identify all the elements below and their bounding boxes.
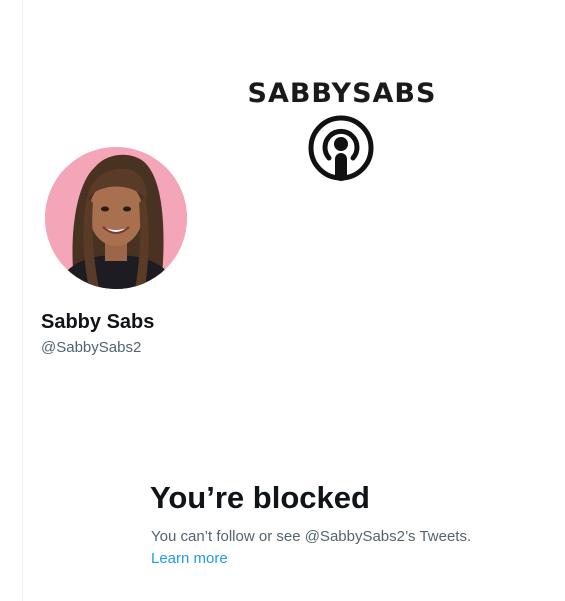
learn-more-link[interactable]: Learn more: [151, 549, 228, 569]
blocked-title: You’re blocked: [150, 480, 370, 515]
avatar-portrait: [45, 147, 187, 289]
podcast-icon: [307, 114, 375, 182]
profile-display-name: Sabby Sabs: [41, 311, 155, 333]
profile-handle: @SabbySabs2: [41, 339, 142, 356]
banner-wordmark: SABBYSABS: [247, 78, 437, 109]
avatar[interactable]: [45, 147, 187, 289]
blocked-description: You can’t follow or see @SabbySabs2’s Tw…: [151, 528, 472, 545]
